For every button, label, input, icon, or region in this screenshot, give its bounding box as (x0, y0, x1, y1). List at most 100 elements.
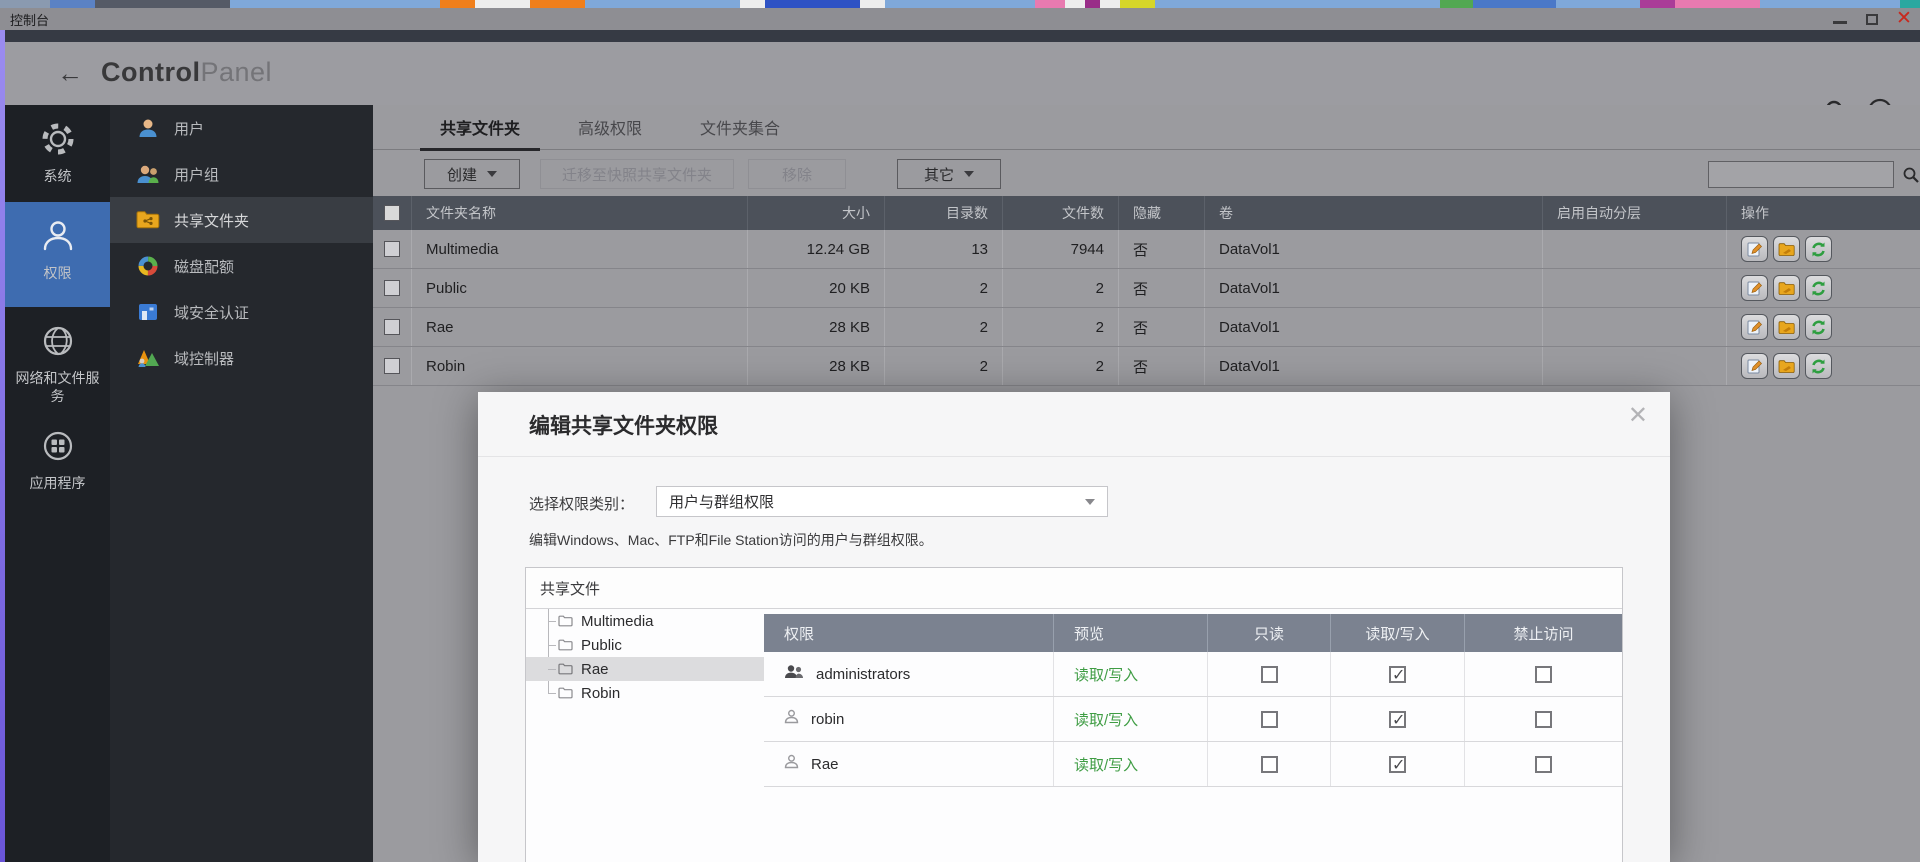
permission-type-select[interactable]: 用户与群组权限 (656, 486, 1108, 517)
cell-hidden: 否 (1119, 269, 1205, 307)
remove-button[interactable]: 移除 (748, 159, 846, 189)
edit-permissions-button[interactable] (1773, 314, 1800, 340)
user-outline-icon (784, 754, 799, 774)
sidebar-item-label: 权限 (5, 264, 110, 282)
migrate-button-label: 迁移至快照共享文件夹 (562, 164, 712, 185)
submenu-item-label: 域安全认证 (174, 302, 249, 323)
refresh-button[interactable] (1805, 236, 1832, 262)
dialog-title: 编辑共享文件夹权限 (529, 410, 718, 440)
row-checkbox[interactable] (384, 280, 400, 296)
migrate-snapshot-button[interactable]: 迁移至快照共享文件夹 (540, 159, 734, 189)
tab-advanced-permissions[interactable]: 高级权限 (558, 115, 662, 149)
cell-files: 2 (1003, 347, 1119, 385)
edit-properties-button[interactable] (1741, 314, 1768, 340)
submenu-item-label: 用户 (174, 118, 204, 139)
search-icon[interactable] (1902, 166, 1920, 184)
tree-branch-line (548, 645, 556, 646)
minimize-icon (1833, 21, 1847, 24)
folder-tree: Multimedia Public Rae (526, 609, 764, 862)
col-file-count: 文件数 (1003, 196, 1119, 230)
deny-access-checkbox[interactable] (1535, 711, 1552, 728)
edit-permissions-button[interactable] (1773, 236, 1800, 262)
sidebar-item-label: 应用程序 (5, 474, 110, 492)
refresh-button[interactable] (1805, 314, 1832, 340)
tab-folder-aggregation[interactable]: 文件夹集合 (680, 115, 800, 149)
table-row[interactable]: Multimedia 12.24 GB 13 7944 否 DataVol1 (373, 230, 1920, 269)
window-top-border (0, 30, 1920, 42)
submenu-item-users[interactable]: 用户 (110, 105, 373, 151)
cell-tiering (1543, 308, 1727, 346)
chevron-down-icon (964, 171, 974, 177)
cell-volume: DataVol1 (1205, 230, 1543, 268)
table-row[interactable]: Rae 28 KB 2 2 否 DataVol1 (373, 308, 1920, 347)
user-outline-icon (784, 709, 799, 729)
back-button[interactable]: ← (57, 58, 83, 88)
read-only-checkbox[interactable] (1261, 666, 1278, 683)
maximize-button[interactable] (1864, 11, 1880, 27)
close-button[interactable]: ✕ (1896, 11, 1912, 27)
table-row[interactable]: Public 20 KB 2 2 否 DataVol1 (373, 269, 1920, 308)
dialog-close-button[interactable]: ✕ (1628, 404, 1648, 428)
cell-size: 28 KB (748, 308, 885, 346)
submenu-item-domain-security[interactable]: 域安全认证 (110, 289, 373, 335)
dialog-description: 编辑Windows、Mac、FTP和File Station访问的用户与群组权限… (529, 530, 933, 550)
select-all-checkbox[interactable] (384, 205, 400, 221)
edit-permissions-button[interactable] (1773, 275, 1800, 301)
minimize-button[interactable] (1832, 11, 1848, 27)
cell-volume: DataVol1 (1205, 269, 1543, 307)
deny-access-checkbox[interactable] (1535, 666, 1552, 683)
tree-item-label: Multimedia (581, 613, 654, 630)
refresh-button[interactable] (1805, 353, 1832, 379)
desktop-wallpaper-strip (0, 0, 1920, 8)
close-icon: ✕ (1896, 11, 1912, 27)
submenu-item-user-groups[interactable]: 用户组 (110, 151, 373, 197)
submenu-item-shared-folders[interactable]: 共享文件夹 (110, 197, 373, 243)
submenu-item-disk-quota[interactable]: 磁盘配额 (110, 243, 373, 289)
sidebar-item-applications[interactable]: 应用程序 (5, 412, 110, 510)
tree-item-rae[interactable]: Rae (526, 657, 764, 681)
col-preview: 预览 (1054, 614, 1208, 652)
read-only-checkbox[interactable] (1261, 756, 1278, 773)
tree-item-robin[interactable]: Robin (526, 681, 764, 705)
search-input[interactable] (1709, 162, 1902, 187)
cell-hidden: 否 (1119, 308, 1205, 346)
app-header: ← ControlPanel ? (5, 42, 1920, 105)
row-checkbox[interactable] (384, 319, 400, 335)
tree-item-public[interactable]: Public (526, 633, 764, 657)
globe-icon (5, 321, 110, 361)
edit-properties-button[interactable] (1741, 275, 1768, 301)
edit-permissions-button[interactable] (1773, 353, 1800, 379)
read-write-checkbox[interactable] (1389, 711, 1406, 728)
read-only-checkbox[interactable] (1261, 711, 1278, 728)
sidebar-item-system[interactable]: 系统 (5, 105, 110, 202)
permissions-header-row: 权限 预览 只读 读取/写入 禁止访问 (764, 614, 1622, 652)
tree-item-multimedia[interactable]: Multimedia (526, 609, 764, 633)
chevron-down-icon (1085, 499, 1095, 505)
edit-properties-button[interactable] (1741, 353, 1768, 379)
row-checkbox[interactable] (384, 241, 400, 257)
sidebar-item-network-services[interactable]: 网络和文件服务 (5, 307, 110, 412)
sidebar-item-permissions[interactable]: 权限 (5, 202, 110, 307)
permission-type-value: 用户与群组权限 (669, 491, 774, 512)
deny-access-checkbox[interactable] (1535, 756, 1552, 773)
permission-preview: 读取/写入 (1054, 664, 1138, 685)
create-button[interactable]: 创建 (424, 159, 520, 189)
table-row[interactable]: Robin 28 KB 2 2 否 DataVol1 (373, 347, 1920, 386)
shared-folder-table: 文件夹名称 大小 目录数 文件数 隐藏 卷 启用自动分层 操作 Multimed… (373, 196, 1920, 386)
submenu-item-domain-controller[interactable]: 域控制器 (110, 335, 373, 381)
read-write-checkbox[interactable] (1389, 666, 1406, 683)
submenu-item-label: 域控制器 (174, 348, 234, 369)
edit-properties-button[interactable] (1741, 236, 1768, 262)
folder-icon (558, 639, 573, 651)
more-button[interactable]: 其它 (897, 159, 1001, 189)
refresh-button[interactable] (1805, 275, 1832, 301)
col-permission: 权限 (764, 614, 1054, 652)
window-titlebar: 控制台 ✕ (0, 8, 1920, 30)
window-title: 控制台 (10, 10, 49, 29)
row-checkbox[interactable] (384, 358, 400, 374)
read-write-checkbox[interactable] (1389, 756, 1406, 773)
tab-shared-folders[interactable]: 共享文件夹 (420, 115, 540, 151)
more-button-label: 其它 (924, 164, 954, 185)
cell-dirs: 13 (885, 230, 1003, 268)
permission-name: robin (811, 711, 844, 728)
